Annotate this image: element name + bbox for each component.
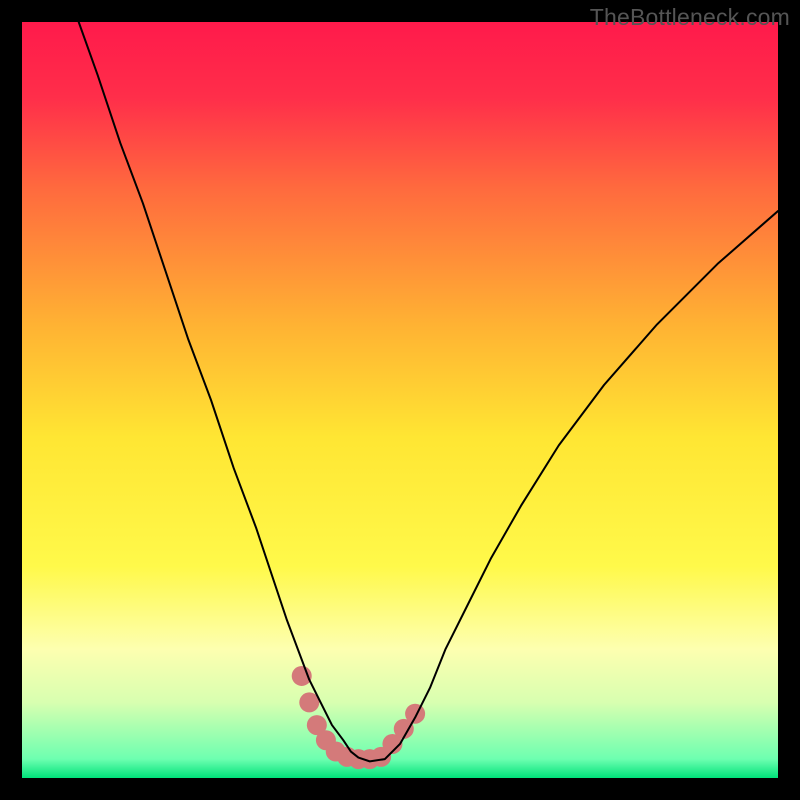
chart-stage: TheBottleneck.com bbox=[0, 0, 800, 800]
highlight-marker bbox=[405, 704, 425, 724]
chart-background bbox=[22, 22, 778, 778]
bottleneck-chart bbox=[22, 22, 778, 778]
watermark-text: TheBottleneck.com bbox=[590, 4, 790, 31]
